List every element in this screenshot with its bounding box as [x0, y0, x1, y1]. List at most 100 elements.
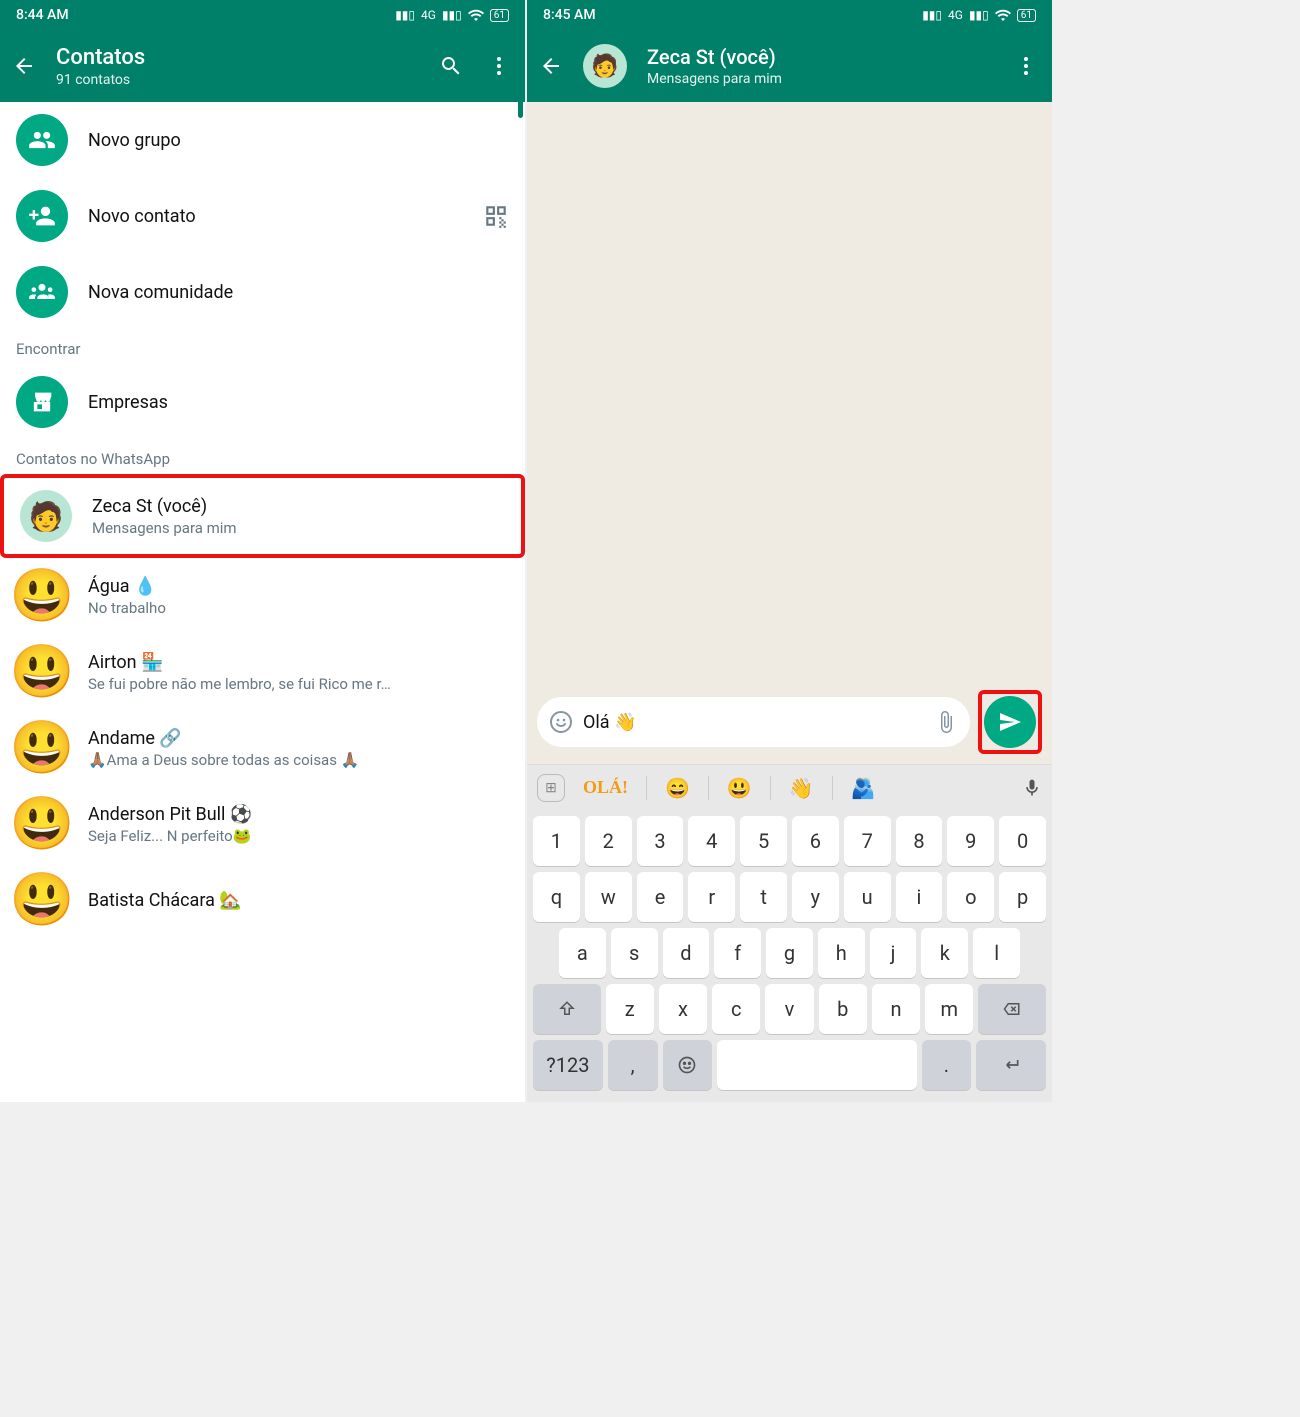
contact-item[interactable]: 😃Água 💧No trabalho — [0, 558, 525, 634]
key-2[interactable]: 2 — [585, 816, 632, 866]
key-k[interactable]: k — [921, 928, 968, 978]
key-y[interactable]: y — [792, 872, 839, 922]
key-r[interactable]: r — [688, 872, 735, 922]
key-w[interactable]: w — [585, 872, 632, 922]
key-a[interactable]: a — [559, 928, 606, 978]
key-c[interactable]: c — [712, 984, 760, 1034]
separator — [708, 776, 709, 800]
status-icons: ▮▮▯ 4G ▮▮▯ 61 — [922, 8, 1036, 22]
symbols-key[interactable]: ?123 — [533, 1040, 603, 1090]
suggestion-emoji[interactable]: 😄 — [665, 776, 690, 800]
new-contact-item[interactable]: Novo contato — [0, 178, 525, 254]
key-6[interactable]: 6 — [792, 816, 839, 866]
key-z[interactable]: z — [606, 984, 654, 1034]
page-title: Contatos — [56, 45, 417, 70]
key-x[interactable]: x — [659, 984, 707, 1034]
contact-item[interactable]: 😃Airton 🏪Se fui pobre não me lembro, se … — [0, 634, 525, 710]
wifi-icon — [468, 9, 484, 21]
emoji-icon[interactable] — [549, 710, 573, 734]
more-menu-button[interactable] — [485, 52, 513, 80]
separator — [832, 776, 833, 800]
scrollbar[interactable] — [518, 88, 523, 118]
message-input-pill[interactable] — [537, 697, 970, 747]
back-button[interactable] — [539, 54, 563, 78]
app-header: Contatos 91 contatos — [0, 30, 525, 102]
key-j[interactable]: j — [870, 928, 917, 978]
suggestion-emoji[interactable]: 😃 — [727, 776, 752, 800]
emoji-picker-icon[interactable]: ⊞ — [537, 774, 565, 802]
key-t[interactable]: t — [740, 872, 787, 922]
key-u[interactable]: u — [844, 872, 891, 922]
contact-status: 🙏🏽Ama a Deus sobre todas as coisas 🙏🏽 — [88, 751, 509, 769]
network-label: 4G — [948, 8, 963, 22]
key-q[interactable]: q — [533, 872, 580, 922]
emoji-key[interactable] — [663, 1040, 713, 1090]
status-time: 8:44 AM — [16, 7, 395, 23]
more-menu-button[interactable] — [1012, 52, 1040, 80]
suggestion-emoji[interactable]: 🫂 — [851, 776, 876, 800]
key-1[interactable]: 1 — [533, 816, 580, 866]
key-e[interactable]: e — [637, 872, 684, 922]
key-8[interactable]: 8 — [896, 816, 943, 866]
action-label: Novo grupo — [88, 130, 509, 151]
key-4[interactable]: 4 — [688, 816, 735, 866]
group-icon — [16, 114, 68, 166]
chat-screen: 8:45 AM ▮▮▯ 4G ▮▮▯ 61 🧑 Zeca St (você) M… — [527, 0, 1052, 1102]
qr-icon[interactable] — [483, 203, 509, 229]
key-o[interactable]: o — [947, 872, 994, 922]
key-s[interactable]: s — [611, 928, 658, 978]
send-button[interactable] — [984, 696, 1036, 748]
businesses-item[interactable]: Empresas — [0, 364, 525, 440]
chat-header[interactable]: 🧑 Zeca St (você) Mensagens para mim — [527, 30, 1052, 102]
contacts-section-label: Contatos no WhatsApp — [0, 440, 525, 474]
contacts-list[interactable]: Novo grupo Novo contato Nova comunidade … — [0, 102, 525, 1102]
status-bar: 8:44 AM ▮▮▯ 4G ▮▮▯ 61 — [0, 0, 525, 30]
message-input-row — [537, 690, 1042, 754]
status-bar: 8:45 AM ▮▮▯ 4G ▮▮▯ 61 — [527, 0, 1052, 30]
key-7[interactable]: 7 — [844, 816, 891, 866]
backspace-key[interactable] — [978, 984, 1046, 1034]
search-button[interactable] — [437, 52, 465, 80]
new-community-item[interactable]: Nova comunidade — [0, 254, 525, 330]
key-d[interactable]: d — [663, 928, 710, 978]
key-3[interactable]: 3 — [637, 816, 684, 866]
contact-name: Anderson Pit Bull ⚽ — [88, 804, 509, 825]
mic-icon[interactable] — [1022, 778, 1042, 798]
battery-icon: 61 — [1017, 9, 1036, 22]
key-n[interactable]: n — [872, 984, 920, 1034]
contact-status: Se fui pobre não me lembro, se fui Rico … — [88, 675, 509, 693]
contacts-screen: 8:44 AM ▮▮▯ 4G ▮▮▯ 61 Contatos 91 contat… — [0, 0, 525, 1102]
key-f[interactable]: f — [714, 928, 761, 978]
key-i[interactable]: i — [896, 872, 943, 922]
shift-key[interactable] — [533, 984, 601, 1034]
key-l[interactable]: l — [973, 928, 1020, 978]
suggestion-emoji[interactable]: 👋 — [789, 776, 814, 800]
key-b[interactable]: b — [819, 984, 867, 1034]
key-p[interactable]: p — [999, 872, 1046, 922]
contact-avatar: 😃 — [16, 646, 68, 698]
businesses-label: Empresas — [88, 392, 509, 413]
suggestion-sticker[interactable]: OLÁ! — [583, 777, 628, 798]
contact-item[interactable]: 😃Batista Chácara 🏡 — [0, 862, 525, 938]
space-key[interactable] — [717, 1040, 916, 1090]
contact-item[interactable]: 😃Anderson Pit Bull ⚽Seja Feliz... N perf… — [0, 786, 525, 862]
key-9[interactable]: 9 — [947, 816, 994, 866]
chat-avatar[interactable]: 🧑 — [583, 44, 627, 88]
attach-icon[interactable] — [934, 710, 958, 734]
comma-key[interactable]: , — [608, 1040, 658, 1090]
back-button[interactable] — [12, 54, 36, 78]
key-h[interactable]: h — [818, 928, 865, 978]
key-5[interactable]: 5 — [740, 816, 787, 866]
key-v[interactable]: v — [765, 984, 813, 1034]
key-0[interactable]: 0 — [999, 816, 1046, 866]
period-key[interactable]: . — [922, 1040, 972, 1090]
message-input[interactable] — [583, 712, 924, 733]
contact-item[interactable]: 😃Andame 🔗🙏🏽Ama a Deus sobre todas as coi… — [0, 710, 525, 786]
new-group-item[interactable]: Novo grupo — [0, 102, 525, 178]
chat-area[interactable] — [527, 102, 1052, 764]
network-label: 4G — [421, 8, 436, 22]
enter-key[interactable] — [976, 1040, 1046, 1090]
key-g[interactable]: g — [766, 928, 813, 978]
contact-item[interactable]: 🧑Zeca St (você)Mensagens para mim — [0, 474, 525, 558]
key-m[interactable]: m — [925, 984, 973, 1034]
